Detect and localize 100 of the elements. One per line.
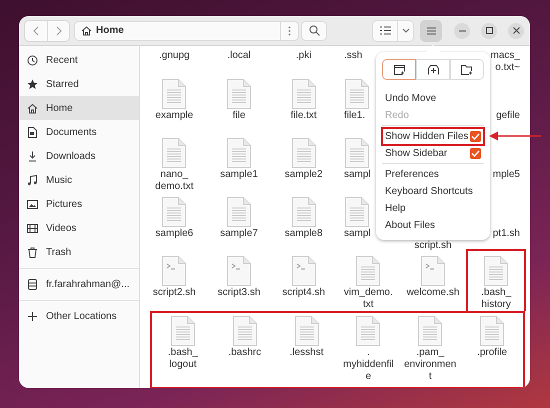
picture-icon [27, 198, 38, 210]
checkbox[interactable] [470, 148, 481, 159]
caret-icon [402, 28, 410, 33]
minimize-button[interactable] [454, 22, 470, 38]
document-icon [27, 126, 38, 138]
file-name: sample8 [284, 228, 323, 240]
file-name: sampl [344, 169, 371, 181]
text-file-icon[interactable] [226, 196, 252, 228]
file-name: .lesshst [290, 347, 324, 359]
text-file-icon[interactable] [170, 315, 196, 347]
chevron-right-icon [56, 26, 62, 36]
script-file-icon[interactable] [226, 255, 252, 287]
text-file-icon[interactable] [226, 137, 252, 169]
star-icon [27, 78, 38, 90]
close-button[interactable] [508, 22, 524, 38]
text-file-icon[interactable] [355, 315, 382, 347]
file-name: .pam_ environmen t [404, 347, 456, 383]
script-file-icon[interactable] [290, 255, 317, 287]
file-name: script.sh [414, 240, 452, 252]
file-name: file.txt [290, 110, 317, 122]
text-file-icon[interactable] [290, 78, 317, 110]
maximize-button[interactable] [481, 22, 497, 38]
file-name: script2.sh [152, 287, 196, 299]
text-file-icon[interactable] [344, 137, 370, 169]
checkbox[interactable] [470, 131, 481, 142]
file-name: .bash_ logout [168, 347, 198, 371]
sidebar-item[interactable]: Videos [19, 216, 139, 240]
file-name: .ssh [344, 50, 362, 62]
file-name: example [155, 110, 194, 122]
sidebar-item[interactable]: Pictures [19, 192, 139, 216]
text-file-icon[interactable] [232, 315, 258, 347]
main-menu-button[interactable] [420, 20, 442, 42]
menu-item[interactable]: Undo Move [382, 90, 484, 107]
menu-item[interactable]: Show Sidebar [382, 145, 484, 162]
arrow-annotation [489, 131, 541, 141]
kebab-menu-icon [288, 26, 291, 36]
file-name: sample1 [220, 169, 258, 181]
new-folder-button[interactable] [450, 59, 484, 80]
new-tab-button[interactable] [416, 59, 450, 80]
music-note-icon [27, 174, 38, 186]
menu-item[interactable]: Preferences [382, 166, 484, 183]
minimize-icon [458, 30, 466, 32]
menu-item[interactable]: Keyboard Shortcuts [382, 183, 484, 200]
list-icon [380, 26, 390, 35]
text-file-icon[interactable] [161, 196, 188, 228]
menu-item-label: Show Sidebar [385, 148, 448, 159]
sidebar-item[interactable]: Home [19, 96, 139, 120]
file-name: .bashrc [228, 347, 262, 359]
sidebar-item[interactable]: Documents [19, 120, 139, 144]
text-file-icon[interactable] [290, 137, 317, 169]
sidebar-item[interactable]: fr.farahrahman@... [19, 272, 139, 296]
tab-plus-icon [428, 64, 438, 74]
menu-item-label: Show Hidden Files [385, 131, 470, 142]
file-name: sample2 [284, 169, 323, 181]
file-name: .profile [477, 347, 508, 359]
file-name: sample7 [220, 228, 258, 240]
file-name: .pki [296, 50, 312, 62]
file-name: sample6 [155, 228, 194, 240]
text-file-icon[interactable] [483, 255, 510, 287]
close-icon [512, 27, 520, 34]
text-file-icon[interactable] [344, 196, 370, 228]
file-name: gefile [496, 110, 520, 122]
download-icon [27, 150, 38, 162]
text-file-icon[interactable] [417, 315, 444, 347]
file-name: sampl [344, 228, 371, 240]
file-name: script4.sh [282, 287, 326, 299]
text-file-icon[interactable] [161, 137, 188, 169]
text-file-icon[interactable] [290, 196, 317, 228]
sidebar-item[interactable]: Trash [19, 240, 139, 264]
path-bar[interactable]: Home [74, 20, 299, 40]
sidebar-item[interactable]: Music [19, 168, 139, 192]
file-name: nano_ demo.txt [155, 169, 194, 193]
file-name: .local [227, 50, 251, 62]
text-file-icon[interactable] [344, 78, 370, 110]
sidebar-item[interactable]: Recent [19, 48, 139, 72]
script-file-icon[interactable] [161, 255, 188, 287]
menu-item[interactable]: Show Hidden Files [382, 128, 484, 145]
text-file-icon[interactable] [479, 315, 506, 347]
sidebar-item[interactable]: Downloads [19, 144, 139, 168]
trash-icon [27, 246, 38, 258]
file-name: file1. [344, 110, 366, 122]
new-window-button[interactable] [382, 59, 416, 80]
text-file-icon[interactable] [226, 78, 252, 110]
file-name: vim_demo. txt [344, 287, 393, 311]
file-name: script3.sh [218, 287, 260, 299]
window-plus-icon [394, 64, 404, 74]
sidebar-item[interactable]: Starred [19, 72, 139, 96]
search-button[interactable] [301, 20, 327, 40]
menu-item[interactable]: About Files [382, 217, 484, 234]
script-file-icon[interactable] [420, 255, 446, 287]
path-label: Home [96, 25, 124, 36]
chevron-left-icon [33, 26, 39, 36]
text-file-icon[interactable] [355, 255, 382, 287]
menu-item[interactable]: Help [382, 200, 484, 217]
text-file-icon[interactable] [294, 315, 320, 347]
sidebar-item[interactable]: Other Locations [19, 304, 139, 328]
file-name: mple5 [492, 169, 520, 181]
drive-icon [27, 278, 38, 290]
file-name: .gnupg [159, 50, 190, 62]
text-file-icon[interactable] [161, 78, 188, 110]
